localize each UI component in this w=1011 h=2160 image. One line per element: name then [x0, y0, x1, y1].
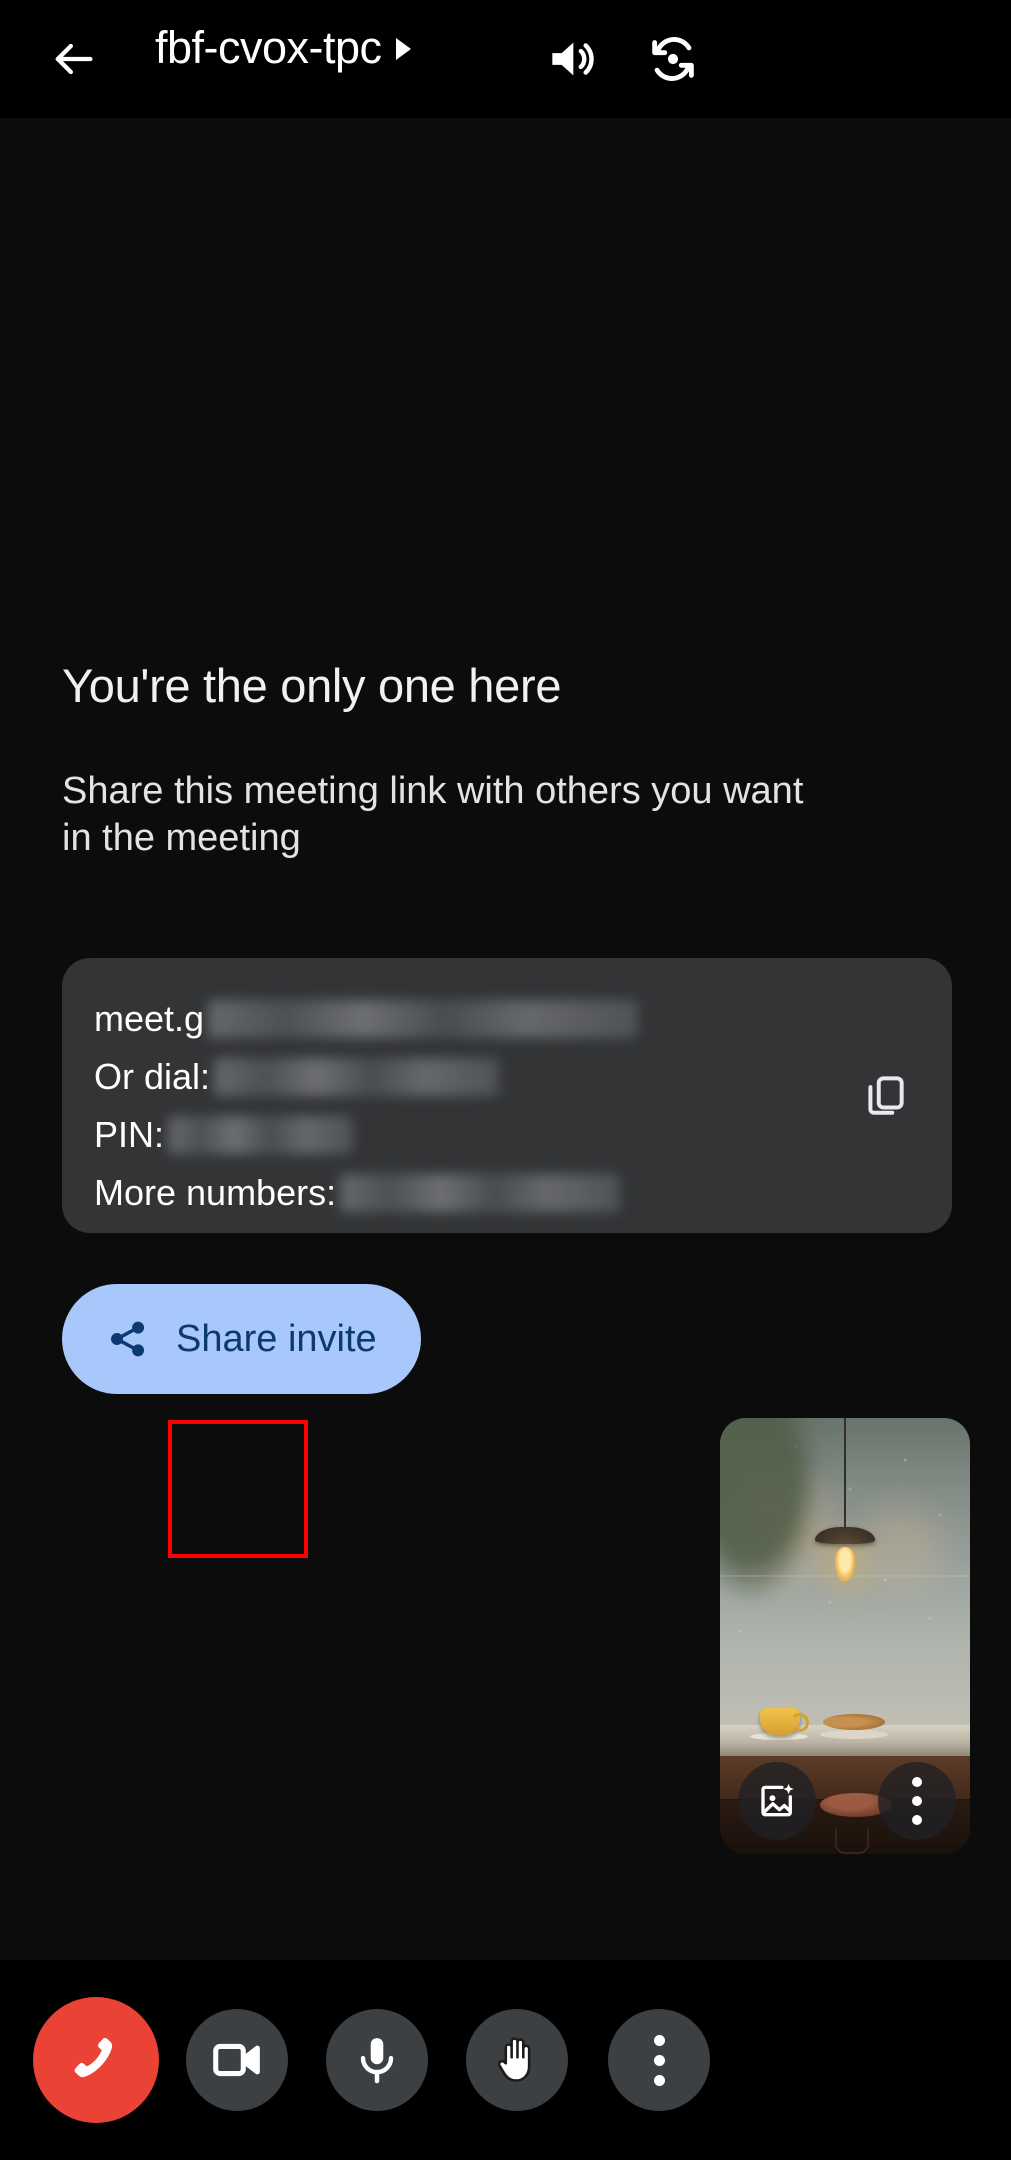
raise-hand-button[interactable]: [466, 2009, 568, 2111]
share-invite-label: Share invite: [176, 1317, 377, 1360]
more-options-button[interactable]: [608, 2009, 710, 2111]
visual-effects-button[interactable]: [738, 1762, 816, 1840]
microphone-icon: [360, 2038, 394, 2084]
flip-camera-icon: [652, 37, 694, 81]
annotation-highlight-box: [168, 1420, 308, 1558]
self-view-foliage: [720, 1418, 820, 1602]
meeting-title-button[interactable]: fbf-cvox-tpc: [155, 25, 411, 70]
share-icon: [111, 1321, 145, 1357]
back-button[interactable]: [44, 30, 102, 88]
list-item: meet.g: [94, 996, 639, 1042]
flip-camera-button[interactable]: [642, 28, 704, 90]
list-item: Or dial:: [94, 1054, 638, 1100]
meeting-link-label: meet.g: [94, 998, 205, 1039]
list-item: PIN:: [94, 1112, 638, 1158]
self-view-tile[interactable]: [720, 1418, 970, 1854]
self-view-plate: [820, 1729, 888, 1739]
meeting-title: fbf-cvox-tpc: [155, 22, 382, 73]
top-bar: fbf-cvox-tpc: [0, 0, 1011, 118]
more-vertical-icon: [912, 1777, 922, 1825]
camera-button[interactable]: [186, 2009, 288, 2111]
redacted-dial-number: [214, 1058, 500, 1096]
self-view-more-button[interactable]: [878, 1762, 956, 1840]
chevron-right-icon: [395, 38, 411, 60]
redacted-more-numbers: [340, 1174, 621, 1212]
redacted-pin: [168, 1116, 354, 1154]
meeting-screen: fbf-cvox-tpc You're the only one here Sh…: [0, 0, 1011, 2160]
page-subtitle: Share this meeting link with others you …: [62, 770, 804, 859]
self-view-lamp-cord: [844, 1418, 846, 1532]
list-item: More numbers:: [94, 1170, 638, 1216]
more-numbers-label: More numbers:: [94, 1172, 337, 1213]
redacted-meeting-link: [208, 1000, 639, 1038]
meeting-info-rows: meet.g Or dial: PIN: More numbers:: [94, 996, 639, 1216]
more-vertical-icon: [653, 2034, 665, 2086]
copy-button[interactable]: [852, 1062, 918, 1128]
dial-label: Or dial:: [94, 1056, 211, 1097]
video-camera-icon: [213, 2043, 260, 2077]
meeting-info-card: meet.g Or dial: PIN: More numbers:: [62, 958, 952, 1233]
page-title: You're the only one here: [62, 659, 562, 712]
raise-hand-icon: [497, 2037, 531, 2082]
copy-icon: [868, 1076, 904, 1115]
microphone-button[interactable]: [326, 2009, 428, 2111]
back-arrow-icon: [55, 43, 93, 75]
call-controls-bar: [0, 1960, 1011, 2160]
end-call-button[interactable]: [33, 1997, 159, 2123]
self-view-stool-leg: [835, 1827, 869, 1854]
speaker-button[interactable]: [540, 28, 602, 90]
end-call-icon: [74, 2037, 113, 2078]
speaker-volume-icon: [552, 42, 594, 76]
self-view-lamp-shade: [815, 1527, 875, 1544]
self-view-coffee-cup: [760, 1707, 809, 1735]
pin-label: PIN:: [94, 1114, 165, 1155]
self-view-window-frame: [720, 1574, 970, 1577]
background-effects-icon: [761, 1783, 794, 1817]
share-invite-button[interactable]: Share invite: [62, 1284, 421, 1394]
